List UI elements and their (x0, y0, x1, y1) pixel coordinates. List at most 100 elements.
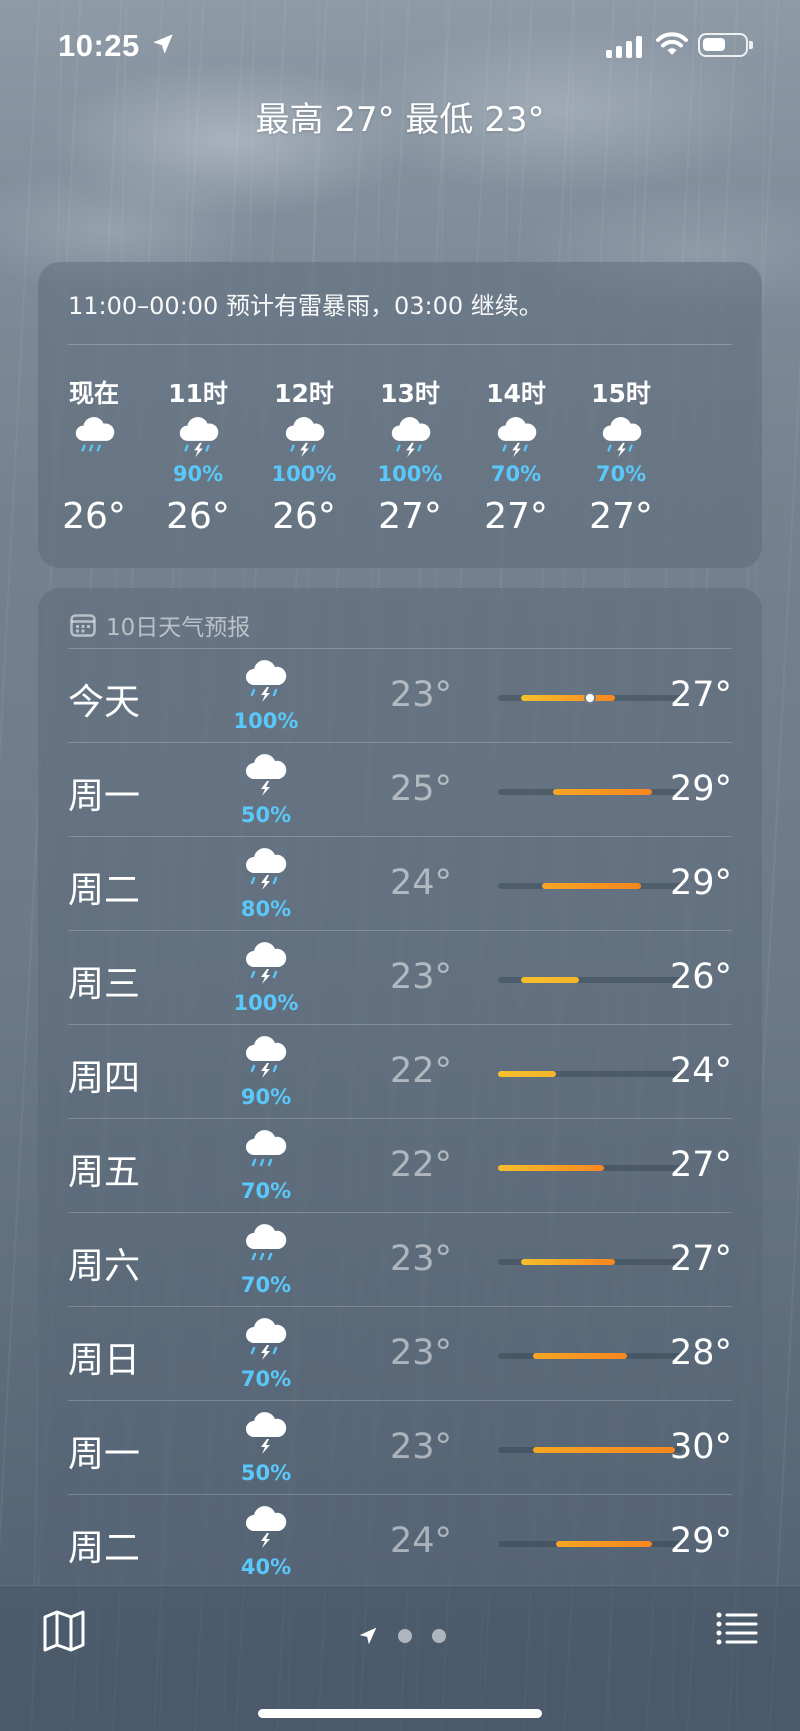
page-indicator[interactable] (358, 1626, 446, 1646)
hourly-item: 15时 70% 27° (571, 374, 671, 537)
thunderstorm-icon (179, 417, 219, 458)
calendar-icon (70, 614, 96, 637)
high-low-temperature: 最高 27° 最低 23° (255, 100, 545, 140)
temperature-range-track (498, 883, 682, 889)
temperature-range-bar (555, 1541, 653, 1547)
temperature-range-bar (532, 1353, 627, 1359)
page-dot[interactable] (432, 1629, 446, 1643)
temperature-range-bar (541, 883, 641, 889)
daily-row[interactable]: 周日 70% 23° 28° (68, 1306, 732, 1400)
high-temperature: 27° (669, 675, 732, 715)
hourly-item: 12时 100% 26° (254, 374, 354, 537)
daily-row[interactable]: 今天 100% 23° 27° (68, 648, 732, 742)
hour-label: 现在 (68, 379, 119, 408)
rain-cloud-icon (75, 417, 115, 452)
high-temperature: 29° (669, 1521, 732, 1561)
hourly-item: 现在 26° (44, 374, 144, 537)
day-name: 周五 (68, 1152, 141, 1193)
day-name: 周日 (68, 1340, 141, 1381)
low-temperature: 23° (390, 957, 453, 997)
low-temperature: 22° (390, 1145, 453, 1185)
wifi-icon (656, 32, 688, 55)
hourly-item: 13时 100% 27° (360, 374, 460, 537)
temperature-range-bar (498, 1165, 604, 1171)
temperature-range-bar (521, 977, 579, 983)
hour-temperature: 27° (589, 496, 653, 537)
thunderstorm-icon (602, 417, 642, 458)
thunderstorm-icon (246, 1036, 287, 1078)
hour-temperature: 26° (166, 496, 230, 537)
precip-chance: 100% (233, 991, 299, 1015)
thunderstorm-icon (391, 417, 431, 458)
precip-chance: 90% (172, 462, 224, 486)
divider (68, 344, 732, 345)
page-dot[interactable] (398, 1629, 412, 1643)
daily-row[interactable]: 周二 80% 24° 29° (68, 836, 732, 930)
hour-temperature: 26° (62, 496, 126, 537)
day-name: 周一 (68, 1434, 141, 1475)
low-temperature: 24° (390, 863, 453, 903)
temperature-range-track (498, 692, 682, 704)
day-name: 周二 (68, 1528, 141, 1569)
temperature-range-track (498, 1541, 682, 1547)
temperature-range-bar (553, 789, 653, 795)
daily-row[interactable]: 周六 70% 23° 27° (68, 1212, 732, 1306)
temperature-range-track (498, 1353, 682, 1359)
precip-chance: 50% (240, 1461, 292, 1485)
precip-chance: 70% (240, 1179, 292, 1203)
lightning-cloud-icon (246, 754, 287, 796)
daily-forecast-header: 10日天气预报 (70, 608, 250, 642)
precip-chance: 70% (490, 462, 542, 486)
battery-level (703, 38, 725, 51)
daily-row[interactable]: 周二 40% 24° 29° (68, 1494, 732, 1588)
daily-row[interactable]: 周一 50% 25° 29° (68, 742, 732, 836)
hour-temperature: 27° (484, 496, 548, 537)
temperature-range-bar (521, 695, 616, 701)
high-temperature: 30° (669, 1427, 732, 1467)
daily-row[interactable]: 周三 100% 23° 26° (68, 930, 732, 1024)
current-location-icon[interactable] (358, 1626, 378, 1646)
hourly-item: 11时 90% 26° (148, 374, 248, 537)
high-temperature: 27° (669, 1145, 732, 1185)
day-name: 周三 (68, 964, 141, 1005)
temperature-range-track (498, 789, 682, 795)
thunderstorm-icon (246, 660, 287, 702)
high-temperature: 29° (669, 769, 732, 809)
map-icon[interactable] (42, 1610, 86, 1652)
hourly-summary: 11:00–00:00 预计有雷暴雨，03:00 继续。 (68, 292, 543, 320)
precip-chance: 90% (240, 1085, 292, 1109)
temperature-range-track (498, 1071, 682, 1077)
precip-chance (44, 462, 144, 484)
precip-chance: 70% (240, 1273, 292, 1297)
low-temperature: 22° (390, 1051, 453, 1091)
thunderstorm-icon (497, 417, 537, 458)
low-temperature: 23° (390, 1427, 453, 1467)
home-indicator (258, 1709, 542, 1718)
bottom-toolbar (0, 1585, 800, 1731)
precip-chance: 100% (271, 462, 337, 486)
temperature-range-bar (532, 1447, 676, 1453)
rain-cloud-icon (246, 1130, 287, 1167)
status-time: 10:25 (58, 28, 140, 63)
precip-chance: 70% (240, 1367, 292, 1391)
temperature-range-track (498, 1259, 682, 1265)
daily-row[interactable]: 周五 70% 22° 27° (68, 1118, 732, 1212)
hourly-forecast-card[interactable]: 11:00–00:00 预计有雷暴雨，03:00 继续。 现在 26° 11时 90%… (38, 262, 762, 568)
day-name: 周六 (68, 1246, 141, 1287)
day-name: 今天 (68, 682, 141, 723)
daily-row[interactable]: 周四 90% 22° 24° (68, 1024, 732, 1118)
low-temperature: 25° (390, 769, 453, 809)
daily-forecast-title: 10日天气预报 (106, 615, 251, 641)
status-bar: 10:25 (0, 0, 800, 90)
battery-icon (698, 33, 753, 57)
list-icon[interactable] (716, 1612, 758, 1646)
location-arrow-icon (153, 34, 173, 54)
precip-chance: 100% (233, 709, 299, 733)
daily-forecast-card[interactable]: 10日天气预报 今天 100% 23° 27° 周一 50% 25° 29° 周二 80% 24° 2… (38, 588, 762, 1588)
hour-label: 13时 (380, 379, 440, 408)
hour-label: 14时 (486, 379, 546, 408)
thunderstorm-icon (246, 1318, 287, 1360)
low-temperature: 24° (390, 1521, 453, 1561)
daily-row[interactable]: 周一 50% 23° 30° (68, 1400, 732, 1494)
rain-cloud-icon (246, 1224, 287, 1261)
